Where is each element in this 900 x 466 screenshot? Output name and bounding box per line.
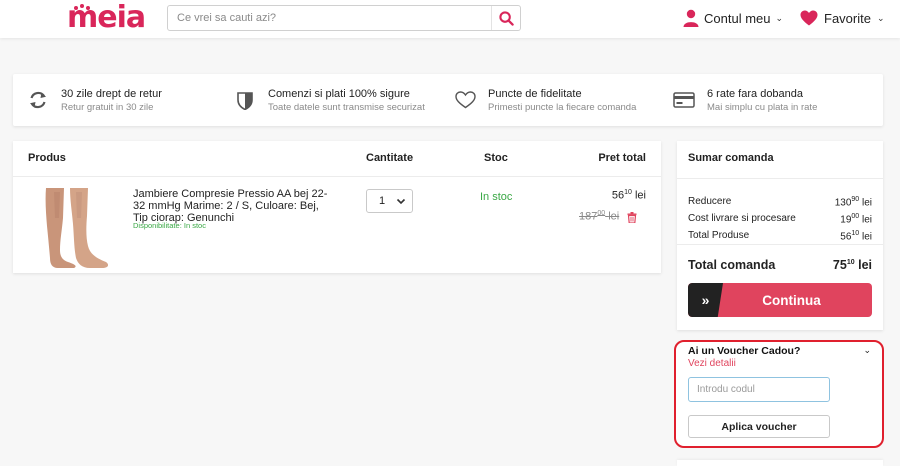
product-availability: Disponibilitate: In stoc [133,221,206,230]
voucher-code-input[interactable] [688,377,830,402]
item-old-price: 18700 lei [579,210,619,223]
feature-title: 6 rate fara dobanda [707,87,804,100]
voucher-details-link[interactable]: Vezi detalii [688,358,736,369]
feature-subtitle: Mai simplu cu plata in rate [707,101,818,113]
summary-row-discount: Reducere 13090 lei [688,196,872,208]
site-header: meia Contul meu ⌄ Favorite ⌄ [0,0,900,38]
refresh-icon [30,91,46,109]
stock-status: In stoc [480,191,513,203]
summary-row-label: Total Produse [688,230,750,241]
product-image[interactable] [30,188,108,268]
summary-row-value: 1900 lei [840,213,872,226]
favorites-menu[interactable]: Favorite ⌄ [800,8,885,28]
summary-total: Total comanda 7510 lei [688,258,872,272]
trash-icon[interactable] [627,212,637,223]
voucher-panel: Ai un Voucher Cadou? ⌄ Vezi detalii Apli… [674,340,884,448]
summary-row-shipping: Cost livrare si procesare 1900 lei [688,213,872,225]
quantity-select[interactable]: 1 [366,189,413,213]
credit-card-icon [673,92,695,108]
item-price-currency: lei [634,189,646,202]
divider [677,178,883,179]
order-summary: Sumar comanda Reducere 13090 lei Cost li… [677,141,883,330]
product-name[interactable]: Jambiere Compresie Pressio AA bej 22-32 … [133,188,333,224]
favorites-label: Favorite [824,10,871,26]
item-price-int: 56 [611,189,625,202]
item-price: 5610 lei [612,189,646,202]
chevron-down-icon [396,198,406,205]
heart-outline-icon [454,91,476,109]
feature-loyalty: Puncte de fidelitate Primesti puncte la … [454,74,636,126]
search-icon [498,10,514,26]
feature-subtitle: Retur gratuit in 30 zile [61,101,154,113]
chevron-down-icon: ⌄ [876,12,885,23]
old-price-int: 187 [579,210,598,223]
feature-secure: Comenzi si plati 100% sigure Toate datel… [234,74,425,126]
summary-title: Sumar comanda [688,152,774,164]
search-button[interactable] [491,6,520,30]
quantity-value: 1 [379,195,386,207]
feature-title: Puncte de fidelitate [488,87,582,100]
search-input[interactable] [168,6,492,30]
column-header-quantity: Cantitate [366,152,414,164]
column-header-stock: Stoc [484,152,508,164]
feature-subtitle: Toate datele sunt transmise securizat [268,101,425,113]
summary-row-products: Total Produse 5610 lei [688,230,872,242]
summary-row-label: Reducere [688,196,732,207]
features-bar: 30 zile drept de retur Retur gratuit in … [13,74,883,126]
divider [677,244,883,245]
double-chevron-right-icon: » [688,283,723,317]
feature-installments: 6 rate fara dobanda Mai simplu cu plata … [673,74,817,126]
account-menu[interactable]: Contul meu ⌄ [683,8,783,28]
continue-button[interactable]: » Continua [688,283,872,317]
column-header-total: Pret total [598,152,646,164]
item-price-dec: 10 [624,189,632,196]
summary-row-label: Cost livrare si procesare [688,213,796,224]
old-price-currency: lei [608,210,620,223]
total-label: Total comanda [688,258,776,272]
search-bar [167,5,521,31]
column-header-product: Produs [28,152,66,164]
total-value: 7510 lei [832,258,872,272]
site-logo[interactable]: meia [67,3,146,33]
feature-returns: 30 zile drept de retur Retur gratuit in … [27,74,162,126]
feature-subtitle: Primesti puncte la fiecare comanda [488,101,637,113]
apply-voucher-button[interactable]: Aplica voucher [688,415,830,438]
voucher-title[interactable]: Ai un Voucher Cadou? [688,345,800,357]
continue-label: Continua [762,292,821,308]
feature-title: Comenzi si plati 100% sigure [268,87,410,100]
account-label: Contul meu [704,10,771,26]
next-panel-edge [677,460,883,466]
heart-icon [800,10,818,26]
old-price-dec: 00 [597,210,606,217]
cart-table: Produs Cantitate Stoc Pret total Jambier… [13,141,661,273]
shield-icon [237,91,253,110]
summary-row-value: 5610 lei [840,230,872,243]
feature-title: 30 zile drept de retur [61,87,162,100]
chevron-down-icon[interactable]: ⌄ [863,345,871,356]
summary-row-value: 13090 lei [834,196,872,209]
chevron-down-icon: ⌄ [775,12,784,23]
cart-table-header: Produs Cantitate Stoc Pret total [13,141,661,177]
user-icon [683,9,699,27]
